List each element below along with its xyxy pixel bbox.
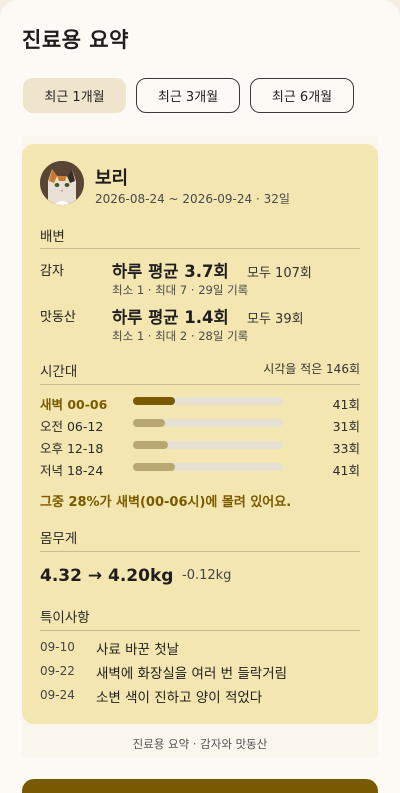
divider: [40, 630, 360, 631]
pet-name: 보리: [95, 168, 129, 189]
time-bar-track: [133, 463, 283, 471]
weight-delta: -0.12kg: [182, 568, 232, 583]
time-bar-label: 저녁 18-24: [40, 463, 104, 478]
time-bar-label: 새벽 00-06: [40, 397, 108, 412]
excretion-stats: 최소 1 · 최대 2 · 28일 기록: [112, 329, 249, 343]
pet-avatar: [40, 161, 84, 205]
time-bar-label: 오전 06-12: [40, 419, 104, 434]
weight-change: 4.32 → 4.20kg: [40, 566, 174, 586]
excretion-stats: 최소 1 · 최대 7 · 29일 기록: [112, 283, 249, 297]
divider: [40, 248, 360, 249]
section-title-time-of-day: 시간대: [40, 364, 78, 380]
bottom-action-button[interactable]: [22, 779, 378, 793]
time-bar-count: 31회: [332, 419, 360, 434]
time-insight: 그중 28%가 새벽(00-06시)에 몰려 있어요.: [40, 495, 292, 510]
section-title-notes: 특이사항: [40, 610, 90, 626]
time-bar-fill: [133, 419, 165, 427]
time-bar-fill: [133, 397, 175, 405]
section-title-weight: 몸무게: [40, 531, 78, 547]
excretion-row-label: 맛동산: [40, 310, 76, 325]
excretion-row-label: 감자: [40, 264, 64, 279]
excretion-total: 모두 39회: [247, 312, 304, 327]
note-date: 09-10: [40, 640, 75, 654]
note-text: 소변 색이 진하고 양이 적었다: [96, 690, 263, 706]
page-title: 진료용 요약: [22, 28, 129, 52]
excretion-daily-average: 하루 평균 1.4회: [112, 308, 229, 327]
section-title-excretion: 배변: [40, 229, 65, 245]
tab-6-months[interactable]: 최근 6개월: [250, 78, 354, 113]
cat-photo-icon: [40, 161, 84, 205]
note-date: 09-22: [40, 664, 75, 678]
note-text: 새벽에 화장실을 여러 번 들락거림: [96, 666, 288, 682]
time-bar-fill: [133, 463, 175, 471]
excretion-total: 모두 107회: [247, 266, 312, 281]
time-bar-track: [133, 441, 283, 449]
time-bar-count: 41회: [332, 397, 360, 412]
time-bar-track: [133, 397, 283, 405]
pet-date-range: 2026-08-24 ~ 2026-09-24 · 32일: [95, 192, 290, 206]
time-bar-count: 41회: [332, 463, 360, 478]
tab-3-months[interactable]: 최근 3개월: [136, 78, 240, 113]
note-date: 09-24: [40, 688, 75, 702]
period-tabs: 최근 1개월 최근 3개월 최근 6개월: [23, 78, 354, 113]
divider: [40, 551, 360, 552]
time-bar-track: [133, 419, 283, 427]
time-bar-count: 33회: [332, 441, 360, 456]
excretion-daily-average: 하루 평균 3.7회: [112, 262, 229, 281]
note-text: 사료 바꾼 첫날: [96, 642, 180, 658]
time-of-day-note: 시각을 적은 146회: [263, 362, 360, 376]
tab-1-month[interactable]: 최근 1개월: [23, 78, 126, 113]
time-bar-label: 오후 12-18: [40, 441, 104, 456]
time-bar-fill: [133, 441, 168, 449]
summary-card: 보리 2026-08-24 ~ 2026-09-24 · 32일 배변 감자 하…: [22, 144, 378, 724]
divider: [40, 384, 360, 385]
footer-caption: 진료용 요약 · 감자와 맛동산: [132, 737, 268, 751]
